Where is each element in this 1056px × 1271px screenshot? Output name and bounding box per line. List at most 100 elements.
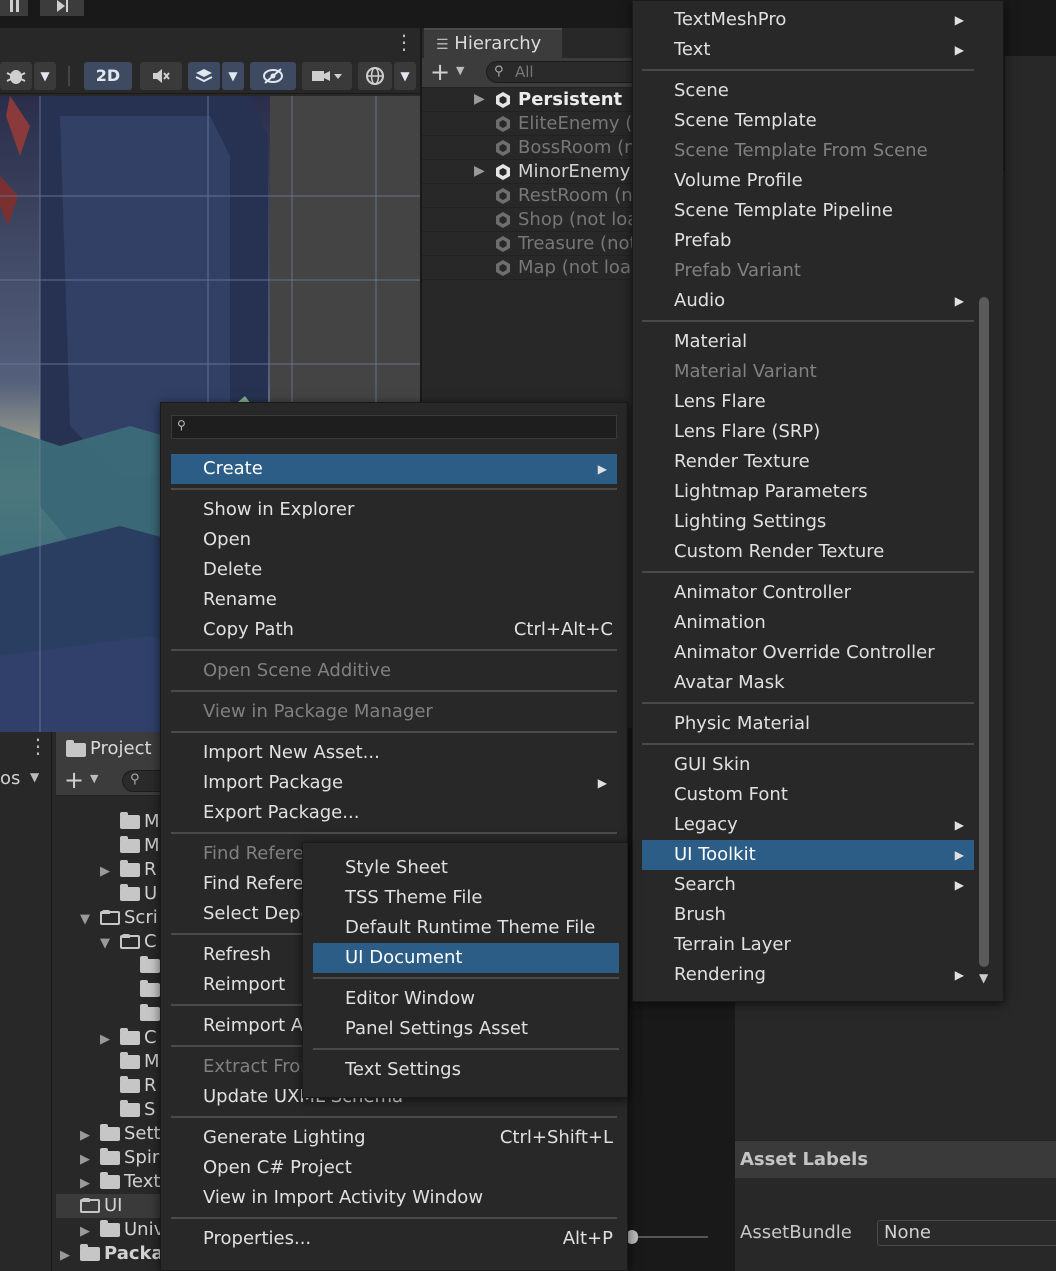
expand-arrow-icon[interactable]: ▶ xyxy=(474,160,485,183)
debug-button[interactable] xyxy=(0,62,32,90)
hierarchy-row[interactable]: ▶ Persistent xyxy=(422,88,634,112)
menu-item-terrain-layer[interactable]: Terrain Layer xyxy=(642,930,974,960)
menu-item-copy-path[interactable]: Copy Path Ctrl+Alt+C xyxy=(171,615,617,645)
menu-item-export-package[interactable]: Export Package... xyxy=(171,798,617,828)
hidden-objects-toggle[interactable] xyxy=(250,62,296,90)
zoom-slider-track[interactable] xyxy=(628,1236,708,1238)
more-options-icon[interactable]: ⋮ xyxy=(394,30,414,54)
menu-item-create[interactable]: Create ▶ xyxy=(171,454,617,484)
menu-item-scene[interactable]: Scene xyxy=(642,76,974,106)
expand-arrow-icon[interactable]: ▶ xyxy=(80,1148,100,1172)
expand-arrow-icon[interactable]: ▼ xyxy=(80,908,100,932)
menu-item-audio[interactable]: Audio ▶ xyxy=(642,286,974,316)
menu-item-custom-font[interactable]: Custom Font xyxy=(642,780,974,810)
2d-toggle-button[interactable]: 2D xyxy=(84,62,132,90)
expand-arrow-icon[interactable]: ▶ xyxy=(60,1244,80,1268)
menu-item-import-new-asset[interactable]: Import New Asset... xyxy=(171,738,617,768)
menu-item-open[interactable]: Open xyxy=(171,525,617,555)
menu-item-gui-skin[interactable]: GUI Skin xyxy=(642,750,974,780)
more-options-icon[interactable]: ⋮ xyxy=(28,734,48,758)
expand-arrow-icon[interactable]: ▼ xyxy=(100,932,120,956)
menu-item-scene-template-pipeline[interactable]: Scene Template Pipeline xyxy=(642,196,974,226)
menu-item-volume-profile[interactable]: Volume Profile xyxy=(642,166,974,196)
audio-toggle-button[interactable] xyxy=(140,62,182,90)
menu-item-lightmap-parameters[interactable]: Lightmap Parameters xyxy=(642,477,974,507)
menu-item-physic-material[interactable]: Physic Material xyxy=(642,709,974,739)
debug-dropdown[interactable]: ▼ xyxy=(34,62,56,90)
expand-arrow-icon[interactable]: ▶ xyxy=(100,1028,120,1052)
hierarchy-row[interactable]: ▶ MinorEnemy xyxy=(422,160,634,184)
menu-item-rendering[interactable]: Rendering ▶ xyxy=(642,960,974,990)
menu-item-lens-flare[interactable]: Lens Flare xyxy=(642,387,974,417)
menu-item-animation[interactable]: Animation xyxy=(642,608,974,638)
menu-item-lighting-settings[interactable]: Lighting Settings xyxy=(642,507,974,537)
project-tree-item[interactable]: ▶ Packa xyxy=(60,1242,164,1268)
menu-item-text[interactable]: Text ▶ xyxy=(642,35,974,65)
expand-arrow-icon[interactable]: ▶ xyxy=(100,860,120,884)
menu-item-rename[interactable]: Rename xyxy=(171,585,617,615)
menu-item-ui-toolkit[interactable]: UI Toolkit ▶ xyxy=(642,840,974,870)
menu-item-editor-window[interactable]: Editor Window xyxy=(313,984,619,1014)
create-submenu-scrollbar[interactable] xyxy=(979,297,989,967)
gizmos-button[interactable] xyxy=(358,62,392,90)
menu-item-properties[interactable]: Properties... Alt+P xyxy=(171,1224,617,1254)
add-object-button[interactable]: + xyxy=(430,58,450,86)
menu-item-animator-override-controller[interactable]: Animator Override Controller xyxy=(642,638,974,668)
project-tree-item[interactable]: UI xyxy=(56,1194,160,1218)
hierarchy-tab[interactable]: ☰ Hierarchy xyxy=(424,28,562,58)
menu-item-text-settings[interactable]: Text Settings xyxy=(313,1055,619,1085)
hierarchy-row[interactable]: Treasure (not xyxy=(422,232,634,256)
menu-item-view-in-import-activity-window[interactable]: View in Import Activity Window xyxy=(171,1183,617,1213)
asset-labels-header[interactable]: Asset Labels xyxy=(735,1140,1056,1178)
menu-item-animator-controller[interactable]: Animator Controller xyxy=(642,578,974,608)
hierarchy-row[interactable]: Shop (not loa xyxy=(422,208,634,232)
menu-item-default-runtime-theme-file[interactable]: Default Runtime Theme File xyxy=(313,913,619,943)
menu-item-avatar-mask[interactable]: Avatar Mask xyxy=(642,668,974,698)
create-dropdown-icon[interactable]: ▼ xyxy=(90,772,98,785)
menu-item-style-sheet[interactable]: Style Sheet xyxy=(313,853,619,883)
scroll-down-icon[interactable]: ▼ xyxy=(979,971,988,985)
menu-item-render-texture[interactable]: Render Texture xyxy=(642,447,974,477)
context-menu-search-input[interactable]: ⚲ xyxy=(171,415,617,439)
menu-item-material[interactable]: Material xyxy=(642,327,974,357)
menu-item-ui-document[interactable]: UI Document xyxy=(313,943,619,973)
camera-button[interactable] xyxy=(302,62,352,90)
menu-item-lens-flare-srp[interactable]: Lens Flare (SRP) xyxy=(642,417,974,447)
menu-item-generate-lighting[interactable]: Generate Lighting Ctrl+Shift+L xyxy=(171,1123,617,1153)
hierarchy-row[interactable]: EliteEnemy (n xyxy=(422,112,634,136)
hierarchy-row[interactable]: BossRoom (n xyxy=(422,136,634,160)
menu-item-brush[interactable]: Brush xyxy=(642,900,974,930)
menu-item-label: Find Referer xyxy=(203,843,312,864)
hierarchy-search-input[interactable]: ⚲ All xyxy=(486,61,636,83)
step-button[interactable] xyxy=(40,0,84,16)
pause-button[interactable] xyxy=(0,0,28,16)
menu-item-prefab[interactable]: Prefab xyxy=(642,226,974,256)
gizmos-dropdown[interactable]: ▼ xyxy=(394,62,416,90)
expand-arrow-icon[interactable]: ▶ xyxy=(80,1124,100,1148)
menu-item-textmeshpro[interactable]: TextMeshPro ▶ xyxy=(642,5,974,35)
menu-item-search[interactable]: Search ▶ xyxy=(642,870,974,900)
assetbundle-dropdown[interactable]: None xyxy=(877,1220,1056,1246)
side-dropdown-icon[interactable]: ▼ xyxy=(30,770,39,784)
hierarchy-row[interactable]: RestRoom (no xyxy=(422,184,634,208)
effects-dropdown[interactable]: ▼ xyxy=(222,62,244,90)
menu-item-show-in-explorer[interactable]: Show in Explorer xyxy=(171,495,617,525)
menu-item-delete[interactable]: Delete xyxy=(171,555,617,585)
menu-item-tss-theme-file[interactable]: TSS Theme File xyxy=(313,883,619,913)
menu-item-import-package[interactable]: Import Package ▶ xyxy=(171,768,617,798)
menu-item-panel-settings-asset[interactable]: Panel Settings Asset xyxy=(313,1014,619,1044)
menu-item-scene-template[interactable]: Scene Template xyxy=(642,106,974,136)
effects-toggle-button[interactable] xyxy=(188,62,220,90)
menu-item-legacy[interactable]: Legacy ▶ xyxy=(642,810,974,840)
hierarchy-row[interactable]: Map (not load xyxy=(422,256,634,280)
expand-arrow-icon[interactable]: ▶ xyxy=(80,1220,100,1244)
menu-item-custom-render-texture[interactable]: Custom Render Texture xyxy=(642,537,974,567)
expand-arrow-icon[interactable]: ▶ xyxy=(80,1172,100,1196)
project-tab[interactable]: Project xyxy=(56,732,160,766)
menu-item-label: UI Toolkit xyxy=(674,844,756,865)
create-asset-button[interactable]: + xyxy=(64,766,84,794)
expand-arrow-icon[interactable]: ▶ xyxy=(474,88,485,111)
menu-item-open-c-project[interactable]: Open C# Project xyxy=(171,1153,617,1183)
project-search-input[interactable]: ⚲ xyxy=(122,770,162,792)
add-dropdown-icon[interactable]: ▼ xyxy=(456,64,464,77)
